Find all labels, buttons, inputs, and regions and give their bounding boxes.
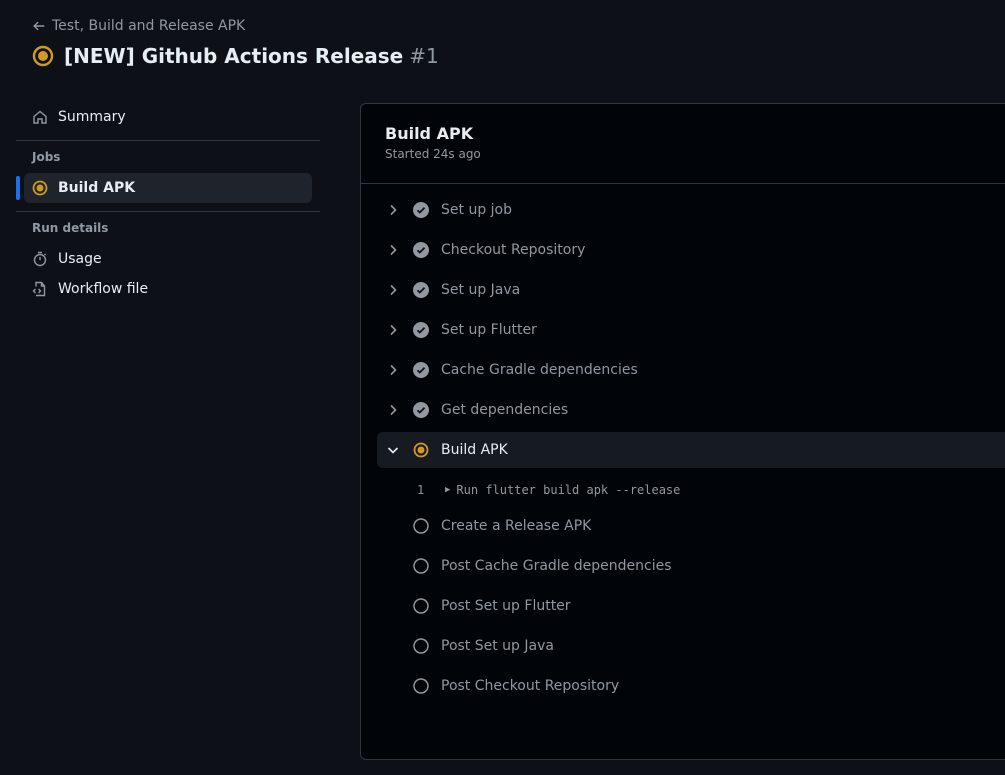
chevron-down-icon xyxy=(387,447,399,454)
step-row[interactable]: Post Set up Java xyxy=(377,628,1005,664)
arrow-left-icon xyxy=(33,21,45,31)
step-label: Create a Release APK xyxy=(441,518,592,534)
chevron-right-icon xyxy=(390,284,397,296)
active-indicator xyxy=(16,176,20,200)
steps-list: Set up job Checkout Repository Set up Java… xyxy=(361,184,1005,704)
file-code-icon xyxy=(32,281,46,297)
chevron-right-icon xyxy=(390,404,397,416)
chevron-right-icon xyxy=(390,204,397,216)
pending-circle-icon xyxy=(413,598,429,614)
check-circle-icon xyxy=(413,362,429,378)
step-label: Get dependencies xyxy=(441,402,569,418)
sidebar-item-label: Workflow file xyxy=(58,281,149,297)
sidebar-item-label: Build APK xyxy=(58,180,136,196)
step-label: Post Checkout Repository xyxy=(441,678,620,694)
step-label: Post Set up Flutter xyxy=(441,598,571,614)
chevron-right-icon xyxy=(390,244,397,256)
step-row[interactable]: Checkout Repository xyxy=(377,232,1005,268)
check-circle-icon xyxy=(413,242,429,258)
sidebar-item-summary[interactable]: Summary xyxy=(16,102,320,132)
log-line-number: 1 xyxy=(417,483,425,497)
page-title: [NEW] Github Actions Release #1 xyxy=(64,44,439,68)
step-row[interactable]: Cache Gradle dependencies xyxy=(377,352,1005,388)
step-label: Set up Flutter xyxy=(441,322,537,338)
step-label: Post Set up Java xyxy=(441,638,554,654)
step-row[interactable]: Set up Flutter xyxy=(377,312,1005,348)
log-line[interactable]: 1 ▶ Run flutter build apk --release xyxy=(417,472,1005,508)
run-details-heading: Run details xyxy=(32,221,109,235)
step-row[interactable]: Post Cache Gradle dependencies xyxy=(377,548,1005,584)
chevron-right-icon xyxy=(390,364,397,376)
back-link-label: Test, Build and Release APK xyxy=(52,18,246,34)
check-circle-icon xyxy=(413,322,429,338)
step-row[interactable]: Set up Java xyxy=(377,272,1005,308)
sidebar-item-usage[interactable]: Usage xyxy=(16,244,320,274)
stopwatch-icon xyxy=(33,251,47,267)
triangle-right-icon: ▶ xyxy=(445,485,451,495)
chevron-right-icon xyxy=(390,324,397,336)
in-progress-icon xyxy=(32,45,54,67)
step-row[interactable]: Post Set up Flutter xyxy=(377,588,1005,624)
sidebar-item-workflow-file[interactable]: Workflow file xyxy=(16,274,320,304)
step-label: Cache Gradle dependencies xyxy=(441,362,638,378)
jobs-heading: Jobs xyxy=(32,150,61,164)
sidebar: Summary Jobs Build APK Run details Usage… xyxy=(16,102,320,304)
check-circle-icon xyxy=(413,282,429,298)
step-row[interactable]: Set up job xyxy=(377,192,1005,228)
job-panel: Build APK Started 24s ago Set up job Chec… xyxy=(360,103,1005,760)
pending-circle-icon xyxy=(413,638,429,654)
step-label: Set up job xyxy=(441,202,512,218)
step-row[interactable]: Build APK xyxy=(377,432,1005,468)
in-progress-icon xyxy=(32,180,48,196)
sidebar-item-build-apk[interactable]: Build APK xyxy=(16,173,312,203)
run-header: Test, Build and Release APK [NEW] Github… xyxy=(32,16,439,68)
step-label: Checkout Repository xyxy=(441,242,586,258)
run-number: #1 xyxy=(409,44,439,68)
step-row[interactable]: Create a Release APK xyxy=(377,508,1005,544)
pending-circle-icon xyxy=(413,558,429,574)
step-label: Build APK xyxy=(441,442,508,458)
step-label: Set up Java xyxy=(441,282,521,298)
sidebar-item-label: Summary xyxy=(58,109,126,125)
step-row[interactable]: Get dependencies xyxy=(377,392,1005,428)
step-label: Post Cache Gradle dependencies xyxy=(441,558,672,574)
pending-circle-icon xyxy=(413,678,429,694)
job-started: Started 24s ago xyxy=(385,147,481,161)
check-circle-icon xyxy=(413,202,429,218)
check-circle-icon xyxy=(413,402,429,418)
pending-circle-icon xyxy=(413,518,429,534)
home-icon xyxy=(33,110,47,124)
log-text: Run flutter build apk --release xyxy=(456,483,681,497)
step-row[interactable]: Post Checkout Repository xyxy=(377,668,1005,704)
sidebar-item-label: Usage xyxy=(58,251,102,267)
job-title: Build APK xyxy=(385,124,474,143)
in-progress-icon xyxy=(413,442,429,458)
back-link[interactable]: Test, Build and Release APK xyxy=(32,16,439,36)
